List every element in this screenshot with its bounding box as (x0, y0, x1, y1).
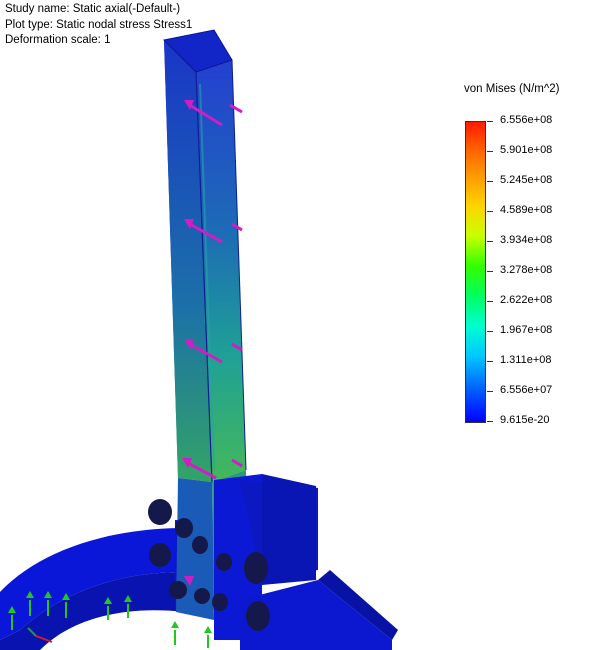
legend-tick-label: 6.556e+08 (500, 114, 553, 126)
legend-tick-label: 4.589e+08 (500, 204, 553, 216)
legend-tick (487, 181, 493, 182)
legend-tick (487, 421, 493, 422)
legend-tick-label: 1.311e+08 (500, 354, 552, 366)
legend-tick-label: 9.615e-20 (500, 414, 550, 426)
legend-tick-label: 5.245e+08 (500, 174, 553, 186)
legend-tick (487, 241, 493, 242)
legend-tick-label: 6.556e+07 (500, 384, 553, 396)
legend-tick (487, 331, 493, 332)
legend-tick (487, 151, 493, 152)
legend-title: von Mises (N/m^2) (464, 83, 560, 95)
stress-color-scale (465, 121, 486, 423)
legend-tick (487, 211, 493, 212)
legend-tick-label: 3.934e+08 (500, 234, 553, 246)
legend-tick (487, 271, 493, 272)
legend-tick (487, 361, 493, 362)
legend-tick (487, 301, 493, 302)
legend-tick (487, 121, 493, 122)
legend-tick-label: 5.901e+08 (500, 144, 553, 156)
legend-tick-label: 1.967e+08 (500, 324, 553, 336)
legend-tick-label: 2.622e+08 (500, 294, 553, 306)
legend-tick (487, 391, 493, 392)
legend-tick-label: 3.278e+08 (500, 264, 553, 276)
